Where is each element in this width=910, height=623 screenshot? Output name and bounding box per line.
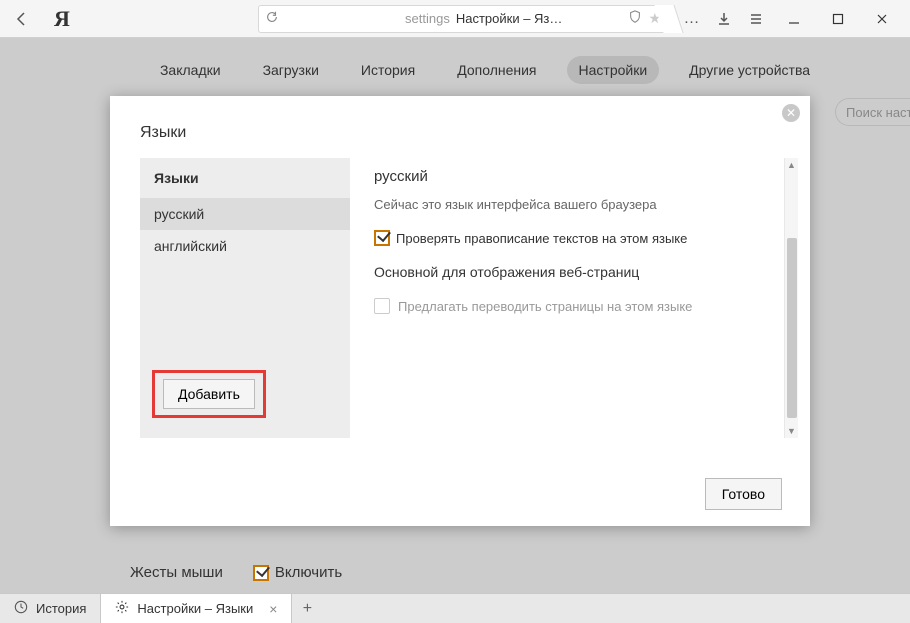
gestures-label: Жесты мыши: [130, 564, 223, 581]
titlebar: Я settings Настройки – Яз… ★ …: [0, 0, 910, 38]
gear-icon: [115, 600, 129, 617]
nav-downloads[interactable]: Загрузки: [251, 56, 331, 84]
lang-item-english[interactable]: английский: [140, 230, 350, 262]
scroll-thumb[interactable]: [787, 238, 797, 418]
interface-note: Сейчас это язык интерфейса вашего браузе…: [374, 197, 798, 212]
tab-strip: История Настройки – Языки × +: [0, 593, 910, 623]
downloads-button[interactable]: [708, 3, 740, 35]
nav-extensions[interactable]: Дополнения: [445, 56, 548, 84]
nav-devices[interactable]: Другие устройства: [677, 56, 822, 84]
nav-settings[interactable]: Настройки: [567, 56, 660, 84]
tab-close-icon[interactable]: ×: [269, 601, 277, 617]
clock-icon: [14, 600, 28, 617]
menu-button[interactable]: [740, 3, 772, 35]
new-tab-button[interactable]: +: [292, 594, 322, 623]
scroll-down-icon[interactable]: ▼: [785, 424, 798, 438]
translate-row: Предлагать переводить страницы на этом я…: [374, 298, 798, 314]
maximize-button[interactable]: [816, 0, 860, 38]
tab-settings-label: Настройки – Языки: [137, 601, 253, 616]
translate-checkbox[interactable]: [374, 298, 390, 314]
dialog-title: Языки: [110, 96, 810, 158]
yandex-logo[interactable]: Я: [46, 6, 78, 32]
nav-history[interactable]: История: [349, 56, 427, 84]
done-button[interactable]: Готово: [705, 478, 782, 510]
scroll-up-icon[interactable]: ▲: [785, 158, 798, 172]
mouse-gestures-section: Жесты мыши Включить: [130, 564, 342, 581]
tab-history-label: История: [36, 601, 86, 616]
dialog-scrollbar[interactable]: ▲ ▼: [784, 158, 798, 438]
tab-history[interactable]: История: [0, 594, 101, 623]
gestures-enable-label: Включить: [275, 564, 342, 581]
language-detail: русский Сейчас это язык интерфейса вашег…: [350, 158, 798, 438]
spellcheck-label: Проверять правописание текстов на этом я…: [396, 231, 687, 246]
minimize-button[interactable]: [772, 0, 816, 38]
lang-item-russian[interactable]: русский: [140, 198, 350, 230]
translate-label: Предлагать переводить страницы на этом я…: [398, 299, 692, 314]
primary-display-label: Основной для отображения веб-страниц: [374, 264, 798, 280]
address-text: settings Настройки – Яз…: [339, 11, 628, 26]
spellcheck-checkbox[interactable]: [374, 230, 390, 246]
back-button[interactable]: [6, 3, 38, 35]
language-list: Языки русский английский Добавить: [140, 158, 350, 438]
gestures-enable-checkbox[interactable]: [253, 565, 269, 581]
search-settings-input[interactable]: Поиск настр: [835, 98, 910, 126]
tab-settings-languages[interactable]: Настройки – Языки ×: [101, 594, 292, 623]
nav-bookmarks[interactable]: Закладки: [148, 56, 233, 84]
add-language-button[interactable]: Добавить: [163, 379, 255, 409]
dialog-close-button[interactable]: ✕: [782, 104, 800, 122]
settings-nav: Закладки Загрузки История Дополнения Нас…: [60, 38, 910, 84]
add-button-highlight: Добавить: [152, 370, 266, 418]
selected-lang-name: русский: [374, 168, 798, 185]
reload-icon[interactable]: [265, 10, 279, 27]
close-window-button[interactable]: [860, 0, 904, 38]
shield-icon[interactable]: [628, 10, 642, 27]
spellcheck-row: Проверять правописание текстов на этом я…: [374, 230, 798, 246]
languages-dialog: ✕ Языки Языки русский английский Добавит…: [110, 96, 810, 526]
address-bar[interactable]: settings Настройки – Яз… ★: [258, 5, 668, 33]
lang-list-header: Языки: [140, 158, 350, 198]
